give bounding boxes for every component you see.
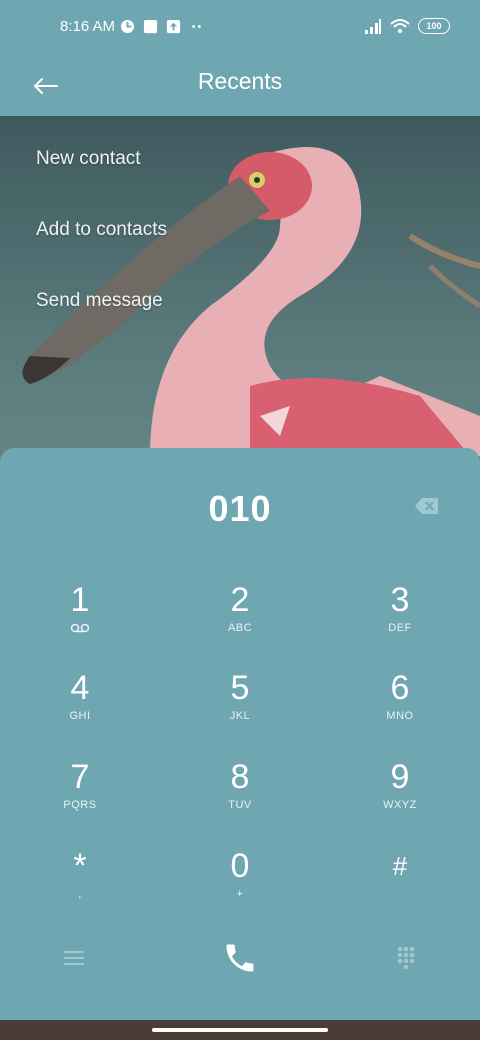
key-digit: 8 [230,758,250,796]
key-star[interactable]: * , [20,846,140,926]
menu-item-add-to-contacts[interactable]: Add to contacts [36,219,167,241]
phone-icon [226,944,254,972]
notification-icon [120,19,135,34]
app-header: Recents [0,56,480,116]
voicemail-icon [70,623,90,633]
battery-level: 100 [426,21,442,31]
key-letters: TUV [228,799,252,811]
status-time: 8:16 AM [60,18,116,35]
status-icons-right: 100 [364,18,450,34]
dialpad-toggle-button[interactable] [386,940,426,976]
dialpad-panel: 010 1 2 ABC 3 DEF 4 GHI 5 JKL 6 MNO 7 PQ… [0,448,480,1020]
key-3[interactable]: 3 DEF [340,580,460,660]
key-letters: ABC [227,622,253,634]
key-digit: 6 [390,669,410,707]
page-title: Recents [197,68,283,94]
menu-item-new-contact[interactable]: New contact [36,148,141,170]
status-bar: 8:16 AM 100 [0,0,480,56]
key-hash[interactable]: # [340,846,460,926]
status-icons-left [120,19,204,34]
key-0[interactable]: 0 + [180,846,300,926]
call-button[interactable] [216,936,264,980]
key-digit: 4 [70,669,90,707]
home-indicator[interactable] [152,1028,328,1032]
key-5[interactable]: 5 JKL [180,668,300,748]
key-digit: 7 [70,758,90,796]
menu-icon [64,951,84,965]
key-letters: MNO [386,710,414,722]
key-9[interactable]: 9 WXYZ [340,757,460,837]
key-digit: 3 [390,581,410,619]
key-7[interactable]: 7 PQRS [20,757,140,837]
bottom-action-bar [0,928,480,988]
dialpad-icon [397,946,415,970]
key-letters: PQRS [63,799,97,811]
upload-icon [166,19,181,34]
key-8[interactable]: 8 TUV [180,757,300,837]
key-letters: WXYZ [383,799,417,811]
key-6[interactable]: 6 MNO [340,668,460,748]
key-digit: 9 [390,758,410,796]
key-letters: GHI [69,710,91,722]
battery-icon: 100 [418,18,450,34]
backspace-icon[interactable] [414,496,440,516]
key-letters: , [78,888,82,900]
key-digit: 0 [230,847,250,885]
square-icon [143,19,158,34]
key-digit: 2 [230,581,250,619]
dialed-number: 010 [208,488,272,529]
key-digit: # [392,851,408,881]
key-2[interactable]: 2 ABC [180,580,300,660]
more-dots-icon [192,25,201,28]
wifi-icon [390,18,410,33]
key-4[interactable]: 4 GHI [20,668,140,748]
key-digit: 5 [230,669,250,707]
signal-icon [365,18,381,34]
menu-button[interactable] [54,940,94,976]
key-1[interactable]: 1 [20,580,140,660]
key-letters: JKL [229,710,251,722]
key-letters: DEF [388,622,412,634]
key-letters: + [236,888,244,900]
menu-item-send-message[interactable]: Send message [36,290,163,312]
key-digit: 1 [70,581,90,619]
key-digit: * [73,847,87,885]
